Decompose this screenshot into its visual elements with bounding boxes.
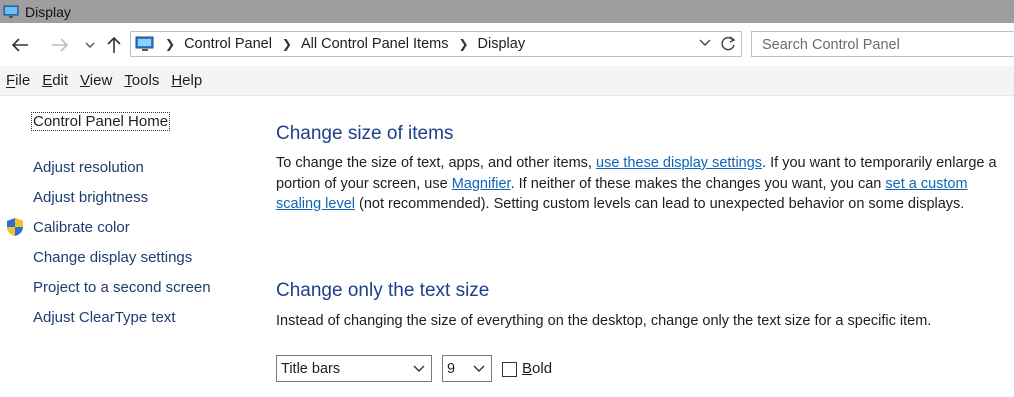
menu-tools[interactable]: Tools (124, 72, 159, 89)
sidebar-item-control-panel-home[interactable]: Control Panel Home (30, 112, 171, 131)
sidebar-item-adjust-resolution[interactable]: Adjust resolution (33, 159, 144, 176)
forward-arrow-icon (52, 38, 69, 52)
menu-bar: File Edit View Tools Help (0, 66, 1014, 96)
menu-help[interactable]: Help (171, 72, 202, 89)
up-button[interactable] (104, 35, 124, 55)
chevron-down-icon (473, 365, 485, 372)
shield-icon (7, 218, 23, 236)
description-text: To change the size of text, apps, and ot… (276, 155, 596, 171)
control-panel-icon (135, 36, 154, 51)
sidebar: Control Panel Home Adjust resolution Adj… (0, 96, 250, 397)
refresh-icon[interactable] (719, 35, 737, 53)
up-arrow-icon (107, 36, 121, 53)
breadcrumb-separator-icon: ❯ (458, 37, 469, 51)
menu-edit[interactable]: Edit (42, 72, 68, 89)
window-title: Display (25, 3, 71, 20)
breadcrumb-separator-icon: ❯ (281, 37, 292, 51)
breadcrumb-display[interactable]: Display (478, 36, 526, 52)
description-text: (not recommended). Setting custom levels… (355, 196, 965, 212)
sidebar-item-calibrate-color[interactable]: Calibrate color (33, 219, 130, 236)
item-select[interactable]: Title bars (276, 355, 432, 382)
display-app-icon (3, 5, 19, 18)
chevron-down-icon (85, 42, 95, 48)
navigation-bar: ❯ Control Panel ❯ All Control Panel Item… (0, 23, 1014, 66)
bold-label[interactable]: Bold (522, 360, 552, 377)
section-heading-change-size: Change size of items (276, 123, 454, 144)
sidebar-item-adjust-brightness[interactable]: Adjust brightness (33, 189, 148, 206)
sidebar-item-project-second-screen[interactable]: Project to a second screen (33, 279, 211, 296)
item-select-value: Title bars (281, 360, 341, 377)
breadcrumb-separator-icon: ❯ (165, 37, 176, 51)
address-dropdown-icon[interactable] (699, 37, 711, 47)
menu-file[interactable]: File (6, 72, 30, 89)
recent-locations-button[interactable] (80, 35, 100, 55)
search-input[interactable]: Search Control Panel (751, 31, 1014, 57)
section-heading-text-size: Change only the text size (276, 280, 490, 301)
chevron-down-icon (413, 365, 425, 372)
forward-button[interactable] (50, 35, 70, 55)
sidebar-item-change-display-settings[interactable]: Change display settings (33, 249, 192, 266)
bold-checkbox[interactable] (502, 362, 517, 377)
display-settings-link[interactable]: use these display settings (596, 155, 762, 171)
section-description-text-size: Instead of changing the size of everythi… (276, 313, 932, 329)
font-size-value: 9 (447, 360, 456, 377)
font-size-select[interactable]: 9 (442, 355, 492, 382)
menu-view[interactable]: View (80, 72, 112, 89)
title-bar: Display (0, 0, 1014, 23)
sidebar-item-adjust-cleartype[interactable]: Adjust ClearType text (33, 309, 176, 326)
magnifier-link[interactable]: Magnifier (452, 176, 511, 192)
address-bar[interactable]: ❯ Control Panel ❯ All Control Panel Item… (130, 31, 742, 57)
section-description-change-size: To change the size of text, apps, and ot… (276, 153, 1008, 215)
description-text: . If neither of these makes the changes … (510, 175, 886, 192)
back-arrow-icon (11, 38, 28, 52)
breadcrumb-all-items[interactable]: All Control Panel Items (301, 36, 448, 52)
breadcrumb-control-panel[interactable]: Control Panel (184, 36, 272, 52)
back-button[interactable] (10, 35, 30, 55)
